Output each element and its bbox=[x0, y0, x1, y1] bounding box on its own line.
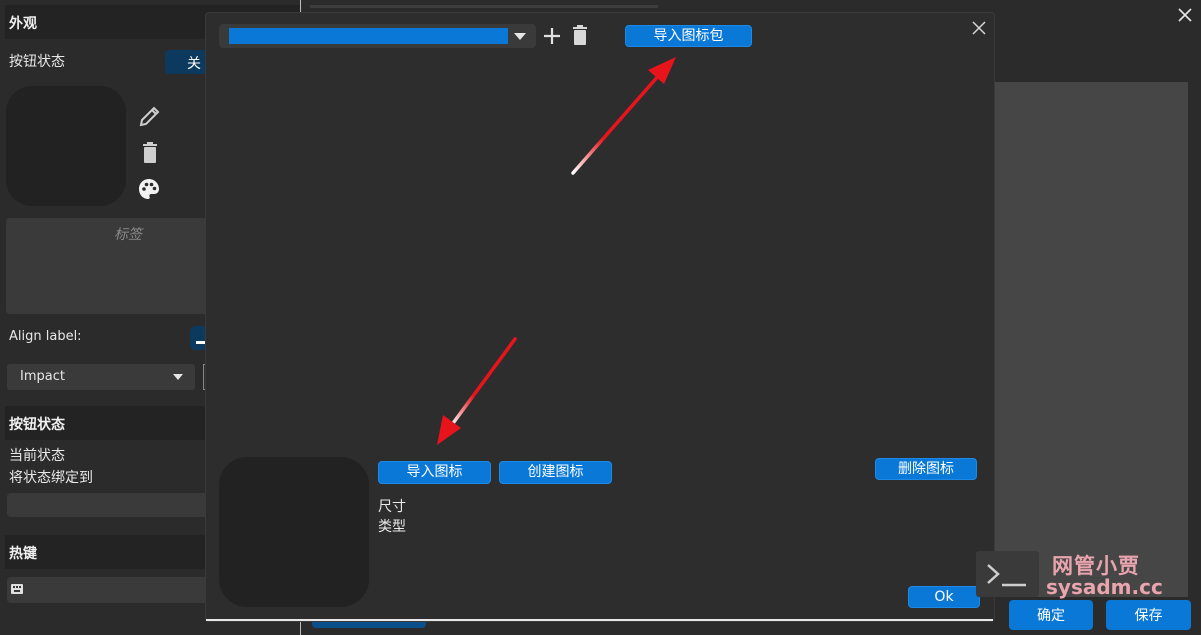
delete-icon-button[interactable]: 删除图标 bbox=[875, 458, 977, 480]
save-button[interactable]: 保存 bbox=[1106, 600, 1191, 630]
keyboard-icon bbox=[11, 584, 23, 594]
plus-icon[interactable] bbox=[542, 25, 562, 47]
chevron-down-icon bbox=[173, 374, 183, 380]
icon-pack-selected-value bbox=[229, 28, 508, 44]
label-textarea[interactable] bbox=[6, 218, 216, 314]
button-canvas-preview bbox=[993, 82, 1188, 597]
terminal-icon bbox=[976, 551, 1039, 597]
close-icon[interactable] bbox=[972, 21, 986, 35]
bind-state-label: 将状态绑定到 bbox=[9, 470, 93, 486]
confirm-button[interactable]: 确定 bbox=[1009, 600, 1093, 630]
palette-icon[interactable] bbox=[137, 177, 161, 201]
trash-icon[interactable] bbox=[138, 141, 162, 165]
label-placeholder: 标签 bbox=[114, 227, 142, 243]
pane-divider-bottom bbox=[300, 620, 301, 635]
import-icon-button[interactable]: 导入图标 bbox=[378, 461, 491, 484]
hotkey-input[interactable] bbox=[7, 577, 212, 603]
watermark-url: sysadm.cc bbox=[1046, 575, 1163, 599]
main-area-topbar bbox=[310, 5, 658, 8]
pencil-icon[interactable] bbox=[138, 104, 162, 128]
pane-divider bbox=[300, 0, 301, 12]
button-icon-preview[interactable] bbox=[6, 86, 126, 206]
font-select[interactable]: Impact bbox=[7, 364, 195, 390]
close-icon[interactable] bbox=[1176, 6, 1194, 24]
create-icon-button[interactable]: 创建图标 bbox=[499, 461, 612, 484]
import-icon-pack-button[interactable]: 导入图标包 bbox=[625, 25, 752, 47]
font-select-value: Impact bbox=[20, 369, 65, 384]
ok-button[interactable]: Ok bbox=[908, 586, 980, 608]
icon-size-label: 尺寸 bbox=[378, 499, 406, 515]
align-label-text: Align label: bbox=[9, 329, 82, 344]
current-state-label: 当前状态 bbox=[9, 448, 65, 464]
icon-type-label: 类型 bbox=[378, 519, 406, 535]
dialog-bottom-edge bbox=[206, 619, 993, 621]
selected-icon-preview bbox=[219, 457, 369, 607]
trash-icon[interactable] bbox=[570, 24, 590, 46]
button-state-label: 按钮状态 bbox=[9, 54, 65, 70]
chevron-down-icon bbox=[514, 33, 526, 40]
bind-state-input[interactable] bbox=[7, 493, 212, 517]
